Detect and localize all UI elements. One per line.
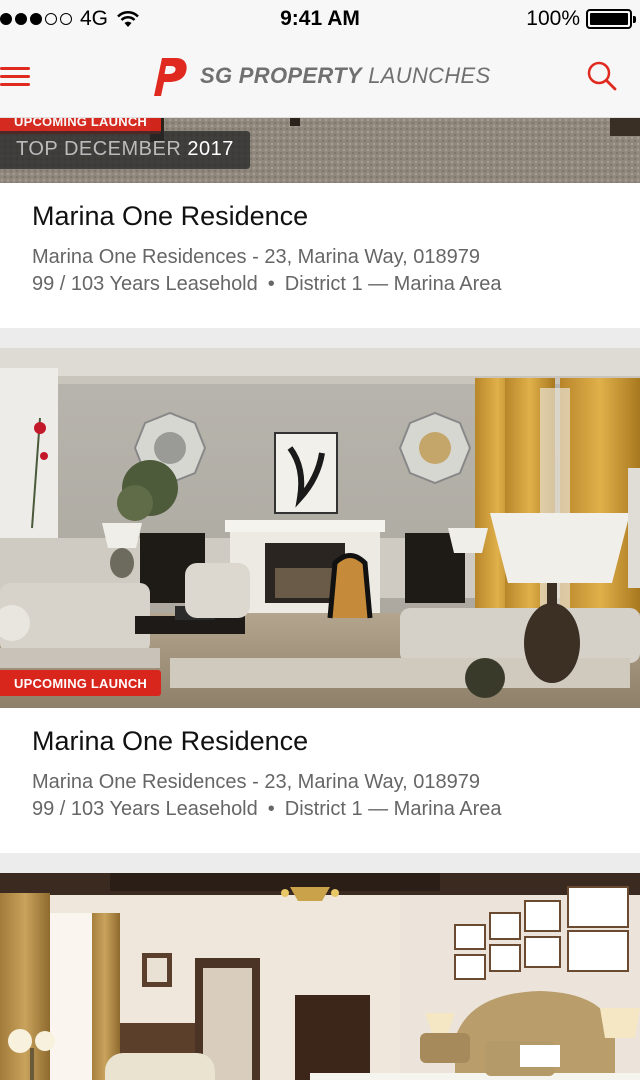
living-room-image [0, 348, 640, 708]
nav-bar: SG PROPERTY LAUNCHES [0, 40, 640, 118]
card-body: Marina One Residence Marina One Residenc… [0, 708, 640, 853]
listing-address: Marina One Residences - 23, Marina Way, … [32, 246, 480, 268]
listing-district: District 1 — Marina Area [284, 798, 502, 820]
card-body: Marina One Residence Marina One Residenc… [0, 183, 640, 328]
listing-tenure: 99 / 103 Years Leasehold [32, 798, 258, 820]
listing-meta: 99 / 103 Years Leasehold • District 1 — Ma… [32, 271, 608, 298]
battery-percent: 100% [526, 7, 580, 30]
top-date-chip: TOP DECEMBER 2017 [0, 131, 250, 169]
listing-card[interactable] [0, 873, 640, 1080]
brand-title-light: LAUNCHES [368, 63, 491, 88]
brand-title-bold: SG PROPERTY [200, 63, 362, 88]
listing-card[interactable]: UPCOMING LAUNCH TOP DECEMBER 2017 Marina… [0, 118, 640, 328]
listing-photo[interactable]: UPCOMING LAUNCH [0, 348, 640, 708]
listing-card[interactable]: UPCOMING LAUNCH Marina One Residence Mar… [0, 348, 640, 853]
listing-address: Marina One Residences - 23, Marina Way, … [32, 771, 480, 793]
listing-meta: 99 / 103 Years Leasehold • District 1 — Ma… [32, 796, 608, 823]
brand-logo-icon [154, 58, 187, 96]
listing-title[interactable]: Marina One Residence [32, 726, 608, 757]
listing-title[interactable]: Marina One Residence [32, 201, 608, 232]
listing-photo[interactable] [0, 873, 640, 1080]
menu-icon [0, 67, 30, 70]
meta-separator: • [267, 798, 275, 820]
status-right: 100% [526, 7, 636, 31]
brand-title: SG PROPERTY LAUNCHES [200, 63, 490, 89]
listing-feed[interactable]: UPCOMING LAUNCH TOP DECEMBER 2017 Marina… [0, 118, 640, 1080]
battery-icon [586, 9, 636, 29]
brand[interactable]: SG PROPERTY LAUNCHES [144, 54, 490, 98]
upcoming-launch-badge: UPCOMING LAUNCH [0, 670, 161, 696]
date-prefix: TOP DECEMBER [16, 138, 182, 160]
menu-button[interactable] [0, 64, 32, 90]
listing-photo[interactable]: UPCOMING LAUNCH TOP DECEMBER 2017 [0, 118, 640, 183]
date-year: 2017 [187, 138, 234, 160]
search-icon[interactable] [586, 60, 618, 92]
listing-tenure: 99 / 103 Years Leasehold [32, 273, 258, 295]
listing-district: District 1 — Marina Area [284, 273, 502, 295]
bedroom-image [0, 873, 640, 1080]
status-bar: 4G 9:41 AM 100% [0, 0, 640, 40]
meta-separator: • [267, 273, 275, 295]
